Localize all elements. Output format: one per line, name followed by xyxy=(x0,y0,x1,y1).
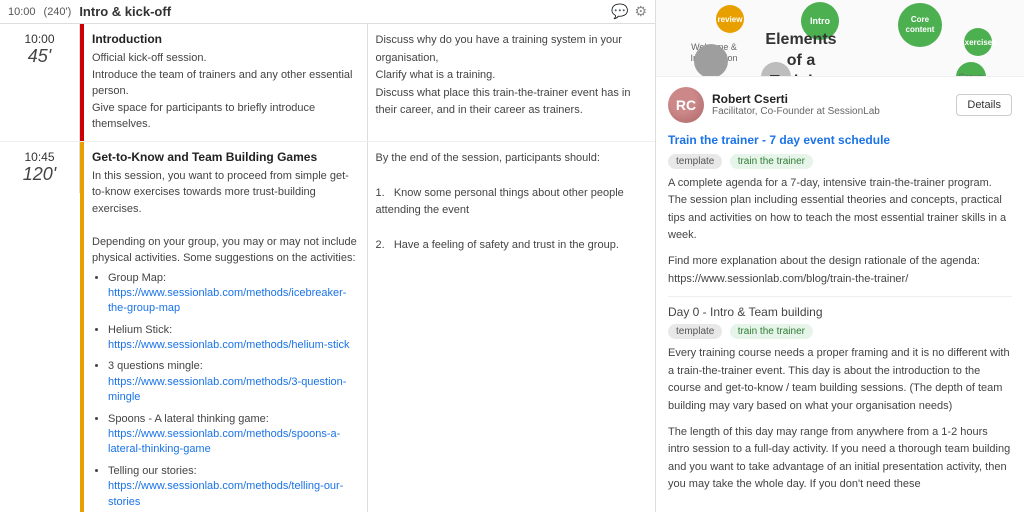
right-panel: review Intro Corecontent Exercises Welco… xyxy=(655,0,1024,512)
method-link[interactable]: https://www.sessionlab.com/methods/icebr… xyxy=(108,287,346,314)
list-item: Spoons - A lateral thinking game: https:… xyxy=(108,412,359,458)
welcome-bubble xyxy=(694,44,728,77)
exercises-bubble: Exercises xyxy=(964,28,992,56)
template-tag-1[interactable]: template xyxy=(668,154,722,169)
top-bar-count: (240') xyxy=(44,6,72,18)
left-panel: 10:00 (240') Intro & kick-off 💬 ⚙ 10:00 … xyxy=(0,0,655,512)
group-disc-label: Groupdiscussions xyxy=(946,72,996,77)
author-name: Robert Cserti xyxy=(712,92,948,106)
top-bar-icons: 💬 ⚙ xyxy=(611,3,647,20)
time-block-1: 10:00 45' xyxy=(0,24,80,141)
train-trainer-tag-2[interactable]: train the trainer xyxy=(730,324,813,339)
list-item: Helium Stick: https://www.sessionlab.com… xyxy=(108,323,359,354)
agenda-desc: A complete agenda for a 7-day, intensive… xyxy=(668,175,1012,245)
review-bubble: review xyxy=(716,5,744,33)
settings-icon[interactable]: ⚙ xyxy=(634,3,647,20)
top-bar: 10:00 (240') Intro & kick-off 💬 ⚙ xyxy=(0,0,655,24)
divider-1 xyxy=(668,296,1012,297)
author-role: Facilitator, Co-Founder at SessionLab xyxy=(712,106,948,117)
author-row: RC Robert Cserti Facilitator, Co-Founder… xyxy=(668,87,1012,123)
chat-icon[interactable]: 💬 xyxy=(611,3,628,20)
method-list: Group Map: https://www.sessionlab.com/me… xyxy=(92,271,359,512)
session-outcomes-2: By the end of the session, participants … xyxy=(368,142,656,264)
day0-desc-2: The length of this day may range from an… xyxy=(668,424,1012,494)
top-bar-left: 10:00 (240') Intro & kick-off xyxy=(8,4,171,19)
top-bar-title: Intro & kick-off xyxy=(79,4,171,19)
method-link[interactable]: https://www.sessionlab.com/methods/heliu… xyxy=(108,339,349,351)
agenda-tags: template train the trainer xyxy=(668,153,1012,175)
session-title-2: Get-to-Know and Team Building Games xyxy=(92,150,359,164)
agenda-desc-2: Find more explanation about the design r… xyxy=(668,253,1012,288)
duration-1: 45' xyxy=(6,46,73,67)
session-title-col-2: Get-to-Know and Team Building Games In t… xyxy=(80,142,368,512)
day0-desc: Every training course needs a proper fra… xyxy=(668,345,1012,415)
top-bar-time: 10:00 xyxy=(8,6,36,18)
template-tag-2[interactable]: template xyxy=(668,324,722,339)
details-button[interactable]: Details xyxy=(956,94,1012,116)
list-item: Group Map: https://www.sessionlab.com/me… xyxy=(108,271,359,317)
method-link[interactable]: https://www.sessionlab.com/methods/telli… xyxy=(108,480,343,507)
info-area: RC Robert Cserti Facilitator, Co-Founder… xyxy=(656,77,1024,512)
core-content-bubble: Corecontent xyxy=(898,3,942,47)
session-row: 10:00 45' Introduction Official kick-off… xyxy=(0,24,655,142)
session-desc-2: In this session, you want to proceed fro… xyxy=(92,168,359,267)
method-link[interactable]: https://www.sessionlab.com/methods/spoon… xyxy=(108,428,340,455)
diagram-area: review Intro Corecontent Exercises Welco… xyxy=(656,0,1024,77)
list-item: 3 questions mingle: https://www.sessionl… xyxy=(108,359,359,405)
agenda-title-link[interactable]: Train the trainer - 7 day event schedule xyxy=(668,133,1012,147)
session-row-2: 10:45 120' Get-to-Know and Team Building… xyxy=(0,142,655,512)
start-time-2: 10:45 xyxy=(6,150,73,164)
method-link[interactable]: https://www.sessionlab.com/methods/3-que… xyxy=(108,376,346,403)
day0-title: Day 0 - Intro & Team building xyxy=(668,305,1012,319)
list-item: Telling our stories: https://www.session… xyxy=(108,464,359,510)
session-title-col-1: Introduction Official kick-off session. … xyxy=(80,24,368,141)
session-outcomes-1: Discuss why do you have a training syste… xyxy=(368,24,656,141)
author-avatar: RC xyxy=(668,87,704,123)
session-desc-1: Official kick-off session. Introduce the… xyxy=(92,50,359,133)
elements-label: Elementsof a TrainingAgenda xyxy=(761,30,841,77)
time-block-2: 10:45 120' xyxy=(0,142,80,193)
day0-tags: template train the trainer xyxy=(668,323,1012,345)
start-time-1: 10:00 xyxy=(6,32,73,46)
session-table: 10:00 45' Introduction Official kick-off… xyxy=(0,24,655,512)
session-title-1: Introduction xyxy=(92,32,359,46)
author-info: Robert Cserti Facilitator, Co-Founder at… xyxy=(712,92,948,117)
train-trainer-tag-1[interactable]: train the trainer xyxy=(730,154,813,169)
duration-2: 120' xyxy=(6,164,73,185)
